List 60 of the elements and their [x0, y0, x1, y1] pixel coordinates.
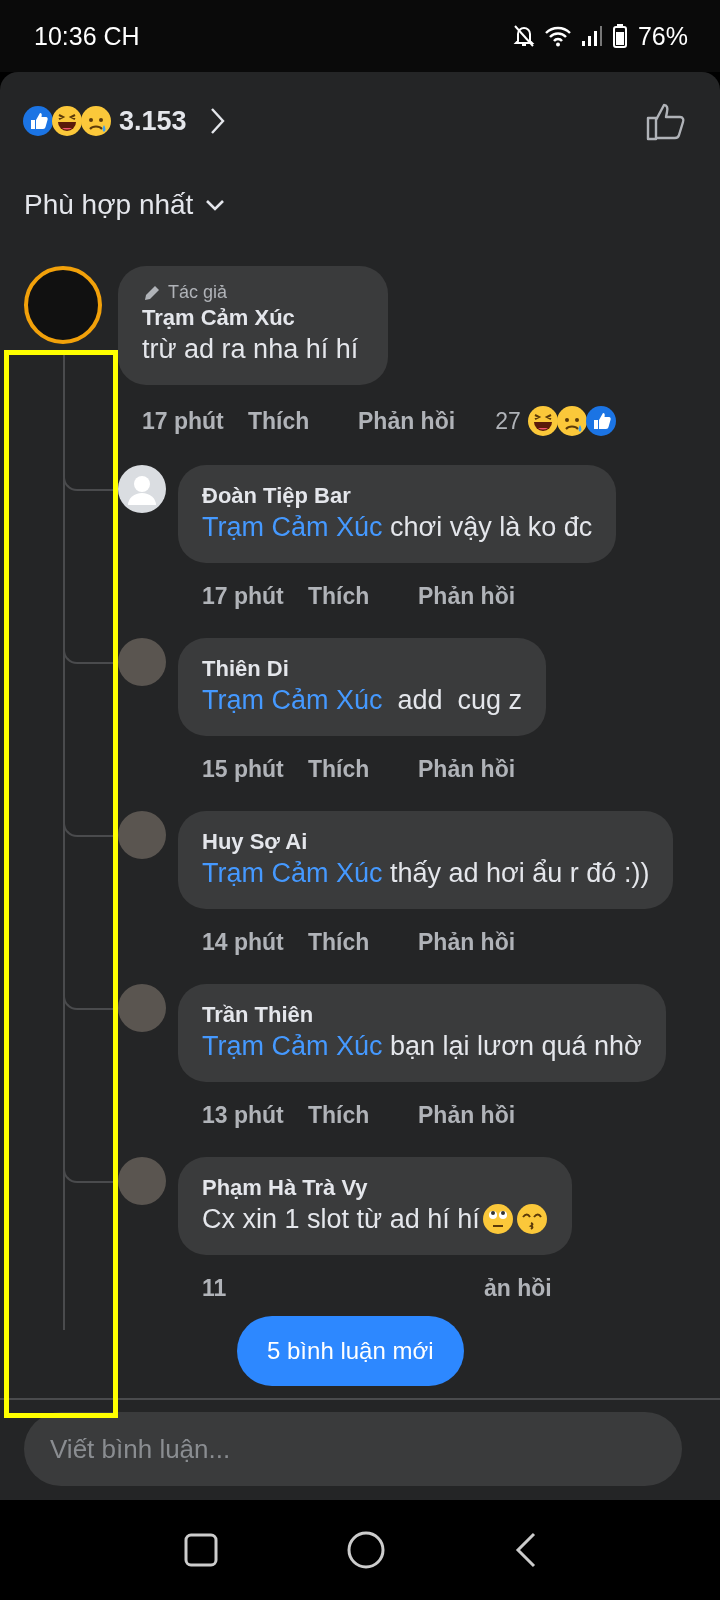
home-icon[interactable]	[347, 1531, 385, 1569]
comment-text: Cx xin 1 slot từ ad hí hí	[202, 1203, 480, 1236]
commenter-name[interactable]: Đoàn Tiệp Bar	[202, 483, 593, 509]
reply-link[interactable]: Phản hồi	[418, 929, 516, 956]
bell-off-icon	[511, 23, 536, 49]
comment-input-field[interactable]: Viết bình luận...	[24, 1412, 682, 1486]
wifi-icon	[543, 25, 572, 47]
commenter-name[interactable]: Thiên Di	[202, 656, 523, 682]
comment-reactions[interactable]: 27	[495, 405, 614, 437]
default-avatar-icon[interactable]	[118, 465, 166, 513]
comment-text: Trạm Cảm Xúc chơi vậy là ko đc	[202, 511, 593, 544]
mention-link[interactable]: Trạm Cảm Xúc	[202, 1031, 383, 1061]
status-time: 10:36 CH	[34, 21, 140, 51]
recent-apps-icon[interactable]	[184, 1533, 219, 1567]
commenter-name[interactable]: Trần Thiên	[202, 1002, 642, 1028]
comment-time: 15 phút	[202, 756, 285, 783]
comment-time: 17 phút	[142, 407, 225, 435]
reply-link[interactable]: Phản hồi	[358, 407, 456, 435]
chevron-right-icon	[208, 107, 225, 135]
reply-link[interactable]: Phản hồi	[418, 1102, 516, 1129]
commenter-name[interactable]: Huy Sợ Ai	[202, 829, 650, 855]
like-link[interactable]: Thích	[248, 407, 358, 435]
back-icon[interactable]	[513, 1532, 536, 1568]
comment-text: trừ ad ra nha hí hí	[142, 333, 359, 366]
mention-link[interactable]: Trạm Cảm Xúc	[202, 512, 383, 542]
reply-link[interactable]: Phản hồi	[418, 756, 516, 783]
mention-link[interactable]: Trạm Cảm Xúc	[202, 685, 383, 715]
sort-dropdown[interactable]: Phù hợp nhất	[0, 144, 720, 230]
comment-text: Trạm Cảm Xúc thấy ad hơi ẩu r đó :))	[202, 857, 650, 890]
like-reaction-icon	[22, 105, 54, 137]
reaction-summary[interactable]: 3.153	[22, 105, 225, 137]
like-reaction-icon	[584, 405, 617, 437]
comment-time: 17 phút	[202, 583, 285, 610]
reaction-count: 3.153	[119, 105, 187, 137]
mention-link[interactable]: Trạm Cảm Xúc	[202, 858, 383, 888]
reply-link[interactable]: ản hồi	[484, 1275, 552, 1302]
battery-percent: 76%	[637, 21, 688, 51]
comment-time: 13 phút	[202, 1102, 285, 1129]
like-link[interactable]: Thích	[308, 583, 418, 610]
like-link[interactable]: Thích	[308, 756, 418, 783]
like-link[interactable]: Thích	[308, 1102, 418, 1129]
commenter-name[interactable]: Trạm Cảm Xúc	[142, 305, 359, 331]
laughing-face-icon	[526, 405, 559, 437]
signal-icon	[579, 25, 604, 47]
commenter-name[interactable]: Phạm Hà Trà Vy	[202, 1175, 548, 1201]
laughing-face-icon	[51, 105, 83, 137]
sad-face-icon	[80, 105, 112, 137]
eye-roll-emoji-icon	[481, 1203, 514, 1235]
reply-link[interactable]: Phản hồi	[418, 583, 516, 610]
comment-text: Trạm Cảm Xúc add cug z	[202, 684, 523, 717]
comment-time: 11	[202, 1275, 228, 1302]
author-label: Tác giả	[168, 282, 228, 303]
kissing-face-icon	[515, 1203, 548, 1235]
comment-text: Trạm Cảm Xúc bạn lại lươn quá nhờ	[202, 1030, 642, 1063]
sad-face-icon	[555, 405, 588, 437]
like-link[interactable]: Thích	[308, 929, 418, 956]
thumbs-up-icon[interactable]	[646, 101, 688, 141]
chevron-down-icon	[205, 199, 226, 211]
comment-time: 14 phút	[202, 929, 285, 956]
battery-icon	[611, 23, 628, 49]
